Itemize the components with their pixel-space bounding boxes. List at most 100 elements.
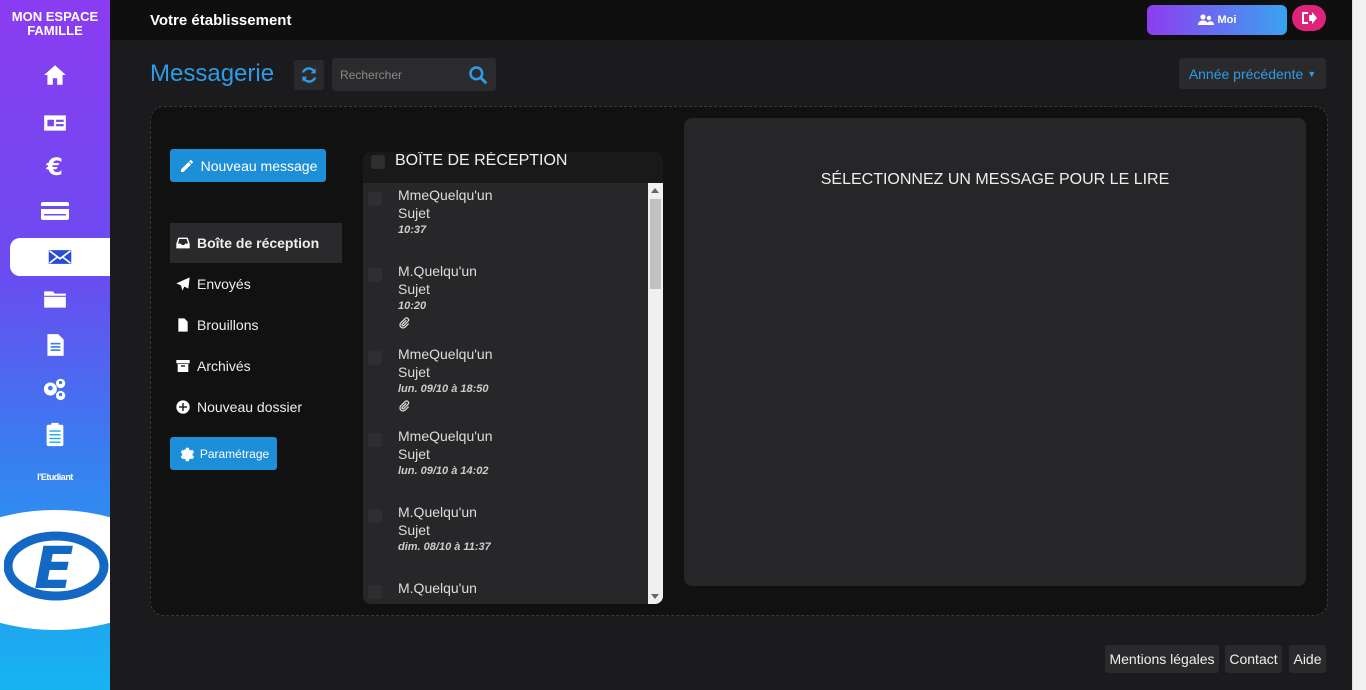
message-checkbox[interactable] bbox=[368, 585, 382, 599]
message-time: lun. 09/10 à 14:02 bbox=[398, 465, 489, 477]
aide-link[interactable]: Aide bbox=[1289, 645, 1326, 673]
reading-pane: SÉLECTIONNEZ UN MESSAGE POUR LE LIRE bbox=[684, 118, 1306, 586]
svg-text:E: E bbox=[34, 534, 74, 602]
inbox-title: BOÎTE DE RÉCEPTION bbox=[395, 152, 568, 169]
message-sender: MmeQuelqu'un bbox=[398, 428, 493, 444]
logout-button[interactable] bbox=[1292, 5, 1326, 31]
brand-line-2: FAMILLE bbox=[27, 23, 83, 38]
annee-precedente-dropdown[interactable]: Année précédente ▼ bbox=[1179, 58, 1326, 89]
plus-circle-icon bbox=[176, 400, 190, 414]
caret-down-icon: ▼ bbox=[1307, 68, 1317, 79]
moi-button[interactable]: Moi bbox=[1147, 5, 1287, 35]
folder-icon bbox=[44, 291, 66, 308]
id-card-icon bbox=[44, 115, 66, 131]
clipboard-icon bbox=[46, 422, 64, 447]
sidebar-item-messagerie[interactable] bbox=[10, 238, 110, 276]
scroll-up-arrow-icon[interactable] bbox=[651, 188, 659, 193]
parametrage-label: Paramétrage bbox=[199, 446, 270, 461]
select-message-hint: SÉLECTIONNEZ UN MESSAGE POUR LE LIRE bbox=[820, 171, 1170, 188]
folder-inbox[interactable]: Boîte de réception bbox=[170, 223, 342, 263]
pencil-icon bbox=[180, 159, 193, 172]
brand-line-1: MON ESPACE bbox=[11, 9, 99, 24]
folder-new[interactable]: Nouveau dossier bbox=[170, 387, 342, 427]
message-sender: M.Quelqu'un bbox=[398, 580, 477, 596]
sidebar-item-files[interactable] bbox=[0, 326, 110, 364]
new-message-label: Nouveau message bbox=[200, 157, 318, 174]
refresh-icon bbox=[301, 67, 317, 83]
card-icon bbox=[41, 202, 69, 220]
annee-label: Année précédente bbox=[1188, 65, 1304, 82]
brand-title[interactable]: MON ESPACE FAMILLE bbox=[0, 10, 110, 38]
paperclip-icon bbox=[399, 317, 410, 329]
message-subject: Sujet bbox=[398, 446, 430, 462]
envelope-icon bbox=[48, 250, 72, 264]
folder-label: Nouveau dossier bbox=[197, 399, 303, 415]
inbox-header: BOÎTE DE RÉCEPTION bbox=[363, 152, 663, 183]
message-checkbox[interactable] bbox=[368, 509, 382, 523]
sidebar-item-tasks[interactable] bbox=[0, 416, 110, 454]
message-subject: Sujet bbox=[398, 281, 430, 297]
message-time: 10:20 bbox=[398, 300, 427, 312]
message-sender: M.Quelqu'un bbox=[398, 504, 477, 520]
message-checkbox[interactable] bbox=[368, 268, 382, 282]
folder-archived[interactable]: Archivés bbox=[170, 346, 342, 386]
search-button[interactable] bbox=[464, 62, 492, 88]
home-icon bbox=[44, 65, 66, 85]
parametrage-button[interactable]: Paramétrage bbox=[170, 437, 277, 470]
scroll-down-arrow-icon[interactable] bbox=[651, 594, 659, 599]
moi-label: Moi bbox=[1217, 14, 1237, 26]
select-all-checkbox[interactable] bbox=[371, 155, 385, 169]
sidebar-item-finance[interactable]: € bbox=[0, 146, 110, 184]
contact-link[interactable]: Contact bbox=[1225, 645, 1282, 673]
search-input[interactable] bbox=[332, 58, 460, 91]
archive-icon bbox=[176, 360, 190, 372]
search-box bbox=[332, 58, 496, 91]
sidebar-item-documents[interactable] bbox=[0, 280, 110, 318]
message-sender: MmeQuelqu'un bbox=[398, 187, 493, 203]
sidebar-item-card[interactable] bbox=[0, 192, 110, 230]
folder-label: Boîte de réception bbox=[197, 235, 320, 251]
sidebar-item-identity[interactable] bbox=[0, 104, 110, 142]
page-title: Messagerie bbox=[150, 60, 275, 87]
message-time: lun. 09/10 à 18:50 bbox=[398, 383, 489, 395]
new-message-button[interactable]: Nouveau message bbox=[170, 149, 326, 182]
sidebar: MON ESPACE FAMILLE € l'Etudiant E bbox=[0, 0, 110, 690]
folder-sent[interactable]: Envoyés bbox=[170, 264, 342, 304]
ecoledirecte-logo: E bbox=[0, 510, 110, 630]
message-checkbox[interactable] bbox=[368, 351, 382, 365]
sidebar-item-people[interactable] bbox=[0, 370, 110, 408]
message-subject: Sujet bbox=[398, 364, 430, 380]
message-time: 10:37 bbox=[398, 224, 427, 236]
refresh-button[interactable] bbox=[294, 60, 324, 90]
gear-icon bbox=[180, 447, 194, 461]
message-checkbox[interactable] bbox=[368, 433, 382, 447]
svg-text:€: € bbox=[45, 153, 63, 178]
document-icon bbox=[47, 334, 64, 356]
message-checkbox[interactable] bbox=[368, 192, 382, 206]
folder-drafts[interactable]: Brouillons bbox=[170, 305, 342, 345]
search-icon bbox=[469, 66, 488, 85]
folder-label: Archivés bbox=[197, 358, 251, 374]
etablissement-title: Votre établissement bbox=[150, 12, 292, 29]
page-scrollbar[interactable] bbox=[1352, 0, 1366, 690]
users-icon bbox=[43, 378, 66, 401]
e-logo-icon: E bbox=[4, 531, 109, 602]
scrollbar-thumb[interactable] bbox=[650, 199, 661, 289]
top-bar: Votre établissement Moi bbox=[110, 0, 1352, 40]
inbox-list: BOÎTE DE RÉCEPTION MmeQuelqu'un Sujet 10… bbox=[363, 152, 663, 604]
paper-plane-icon bbox=[176, 277, 190, 291]
message-time: dim. 08/10 à 11:37 bbox=[398, 541, 491, 553]
message-list: MmeQuelqu'un Sujet 10:37 M.Quelqu'un Suj… bbox=[363, 183, 648, 604]
inbox-scrollbar[interactable] bbox=[648, 183, 663, 604]
sidebar-item-home[interactable] bbox=[0, 56, 110, 94]
folder-label: Brouillons bbox=[197, 317, 259, 333]
message-sender: M.Quelqu'un bbox=[398, 263, 477, 279]
folder-label: Envoyés bbox=[197, 276, 251, 292]
logout-icon bbox=[1302, 12, 1317, 24]
etudiant-logo: l'Etudiant bbox=[37, 472, 73, 482]
message-subject: Sujet bbox=[398, 522, 430, 538]
message-subject: Sujet bbox=[398, 205, 430, 221]
euro-icon: € bbox=[45, 153, 63, 178]
mentions-legales-link[interactable]: Mentions légales bbox=[1105, 645, 1219, 673]
paperclip-icon bbox=[399, 400, 410, 412]
